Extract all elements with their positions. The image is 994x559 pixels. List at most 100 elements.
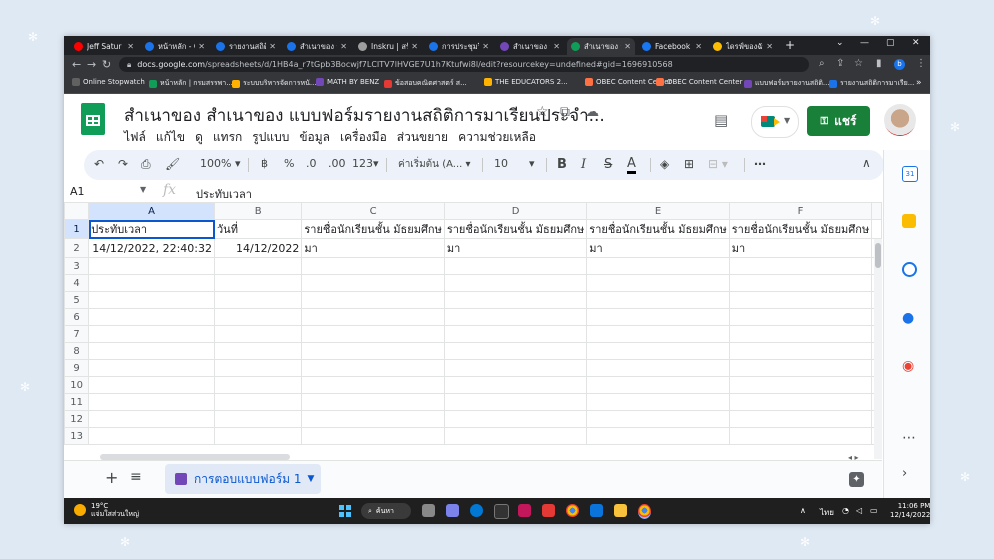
cell[interactable] xyxy=(213,308,303,326)
row-header[interactable]: 4 xyxy=(64,274,90,292)
cell[interactable] xyxy=(728,291,873,309)
bold-button[interactable]: B xyxy=(557,157,567,172)
profile-icon[interactable]: b xyxy=(894,59,905,70)
contacts-icon[interactable]: ● xyxy=(902,310,916,326)
cell[interactable] xyxy=(301,325,445,343)
italic-button[interactable]: I xyxy=(581,157,586,172)
calendar-icon[interactable]: 31 xyxy=(902,166,918,182)
cell[interactable] xyxy=(728,393,873,411)
cell[interactable] xyxy=(301,257,445,275)
menu-item-tools[interactable]: เครื่องมือ xyxy=(340,128,387,147)
weather-widget[interactable]: 19°C แจ่มใสส่วนใหญ่ xyxy=(74,502,139,518)
close-icon[interactable]: ✕ xyxy=(553,42,560,51)
tab-search-icon[interactable]: ⌄ xyxy=(836,38,844,48)
cell[interactable] xyxy=(443,325,588,343)
close-icon[interactable]: ✕ xyxy=(127,42,134,51)
mail-icon[interactable] xyxy=(590,504,603,517)
menu-item-help[interactable]: ความช่วยเหลือ xyxy=(458,128,536,147)
cell[interactable] xyxy=(443,393,588,411)
percent-button[interactable]: % xyxy=(284,157,294,170)
menu-item-extensions[interactable]: ส่วนขยาย xyxy=(397,128,448,147)
side-panel-icon[interactable]: ▮ xyxy=(876,58,882,69)
row-header[interactable]: 13 xyxy=(64,427,90,445)
cell[interactable] xyxy=(443,410,588,428)
cell[interactable] xyxy=(443,291,588,309)
scroll-thumb[interactable] xyxy=(875,243,881,268)
all-sheets-icon[interactable]: ≡ xyxy=(130,469,142,485)
cell[interactable] xyxy=(301,342,445,360)
star-icon[interactable]: ☆ xyxy=(536,104,549,120)
row-header[interactable]: 10 xyxy=(64,376,90,394)
maximize-icon[interactable]: ▢ xyxy=(886,38,895,48)
close-icon[interactable]: ✕ xyxy=(198,42,205,51)
cell[interactable] xyxy=(213,325,303,343)
cell[interactable]: มา xyxy=(728,238,873,258)
more-options-button[interactable]: ⋯ xyxy=(754,157,766,171)
cell[interactable]: วันที่ xyxy=(213,219,303,239)
column-header[interactable]: D xyxy=(443,202,588,220)
cell[interactable] xyxy=(213,393,303,411)
browser-tab[interactable]: สำเนาของ รา✕ xyxy=(283,38,351,55)
decrease-decimal-button[interactable]: .0 xyxy=(306,157,317,170)
redo-icon[interactable]: ↷ xyxy=(118,157,128,171)
browser-tab[interactable]: รายงานสถิติก✕ xyxy=(212,38,280,55)
bookmark-item[interactable]: รายงานสถิติการมาเรีย... xyxy=(829,78,914,89)
new-tab-button[interactable]: + xyxy=(785,38,795,52)
cell[interactable] xyxy=(88,291,215,309)
cell[interactable] xyxy=(88,427,215,445)
cell[interactable] xyxy=(88,410,215,428)
chevron-right-icon[interactable]: › xyxy=(902,466,916,481)
reload-icon[interactable]: ↻ xyxy=(102,58,111,71)
document-title[interactable]: สำเนาของ สำเนาของ แบบฟอร์มรายงานสถิติการ… xyxy=(124,102,605,129)
cell[interactable] xyxy=(443,376,588,394)
cell[interactable] xyxy=(871,219,882,239)
cell[interactable] xyxy=(586,325,730,343)
close-window-icon[interactable]: ✕ xyxy=(912,38,920,48)
cell[interactable] xyxy=(443,359,588,377)
row-header[interactable]: 8 xyxy=(64,342,90,360)
cell[interactable] xyxy=(728,257,873,275)
chevron-up-icon[interactable]: ∧ xyxy=(800,506,806,515)
cell[interactable] xyxy=(88,376,215,394)
app-icon[interactable] xyxy=(542,504,555,517)
column-header[interactable]: E xyxy=(586,202,730,220)
browser-tab[interactable]: หน้าหลัก - C ✕ xyxy=(141,38,209,55)
column-header[interactable]: B xyxy=(213,202,303,220)
meet-button[interactable]: ▼ xyxy=(751,106,799,138)
column-header[interactable]: F xyxy=(728,202,873,220)
cell[interactable]: รายชื่อนักเรียนชั้น มัธยมศึกษ xyxy=(728,219,873,239)
row-header[interactable]: 1 xyxy=(64,219,90,239)
fill-color-icon[interactable]: ◈ xyxy=(660,157,669,171)
number-format-select[interactable]: 123▾ xyxy=(352,157,379,170)
browser-tab[interactable]: Inskru | สร้า✕ xyxy=(354,38,422,55)
cell[interactable] xyxy=(728,376,873,394)
cell[interactable] xyxy=(213,342,303,360)
app-icon[interactable] xyxy=(518,504,531,517)
bookmark-item[interactable]: MATH BY BENZ xyxy=(316,78,379,86)
bookmark-item[interactable]: ระบบบริหารจัดการหนั... xyxy=(232,78,317,89)
cell[interactable]: รายชื่อนักเรียนชั้น มัธยมศึกษ xyxy=(443,219,588,239)
row-header[interactable]: 2 xyxy=(64,238,90,258)
cell[interactable] xyxy=(586,291,730,309)
menu-kebab-icon[interactable]: ⋮ xyxy=(916,58,926,69)
back-icon[interactable]: ← xyxy=(72,58,81,71)
avatar[interactable] xyxy=(884,104,916,136)
task-view-icon[interactable] xyxy=(422,504,435,517)
print-icon[interactable]: ⎙ xyxy=(141,157,151,172)
column-header[interactable]: A xyxy=(88,202,215,220)
chevron-down-icon[interactable]: ▼ xyxy=(308,474,315,484)
row-header[interactable]: 7 xyxy=(64,325,90,343)
cell[interactable] xyxy=(213,376,303,394)
cell[interactable] xyxy=(88,274,215,292)
name-box[interactable]: A1 xyxy=(70,185,85,198)
menu-item-view[interactable]: ดู xyxy=(195,128,203,147)
close-icon[interactable]: ✕ xyxy=(411,42,418,51)
close-icon[interactable]: ✕ xyxy=(340,42,347,51)
cell[interactable] xyxy=(586,274,730,292)
menu-item-insert[interactable]: แทรก xyxy=(213,128,242,147)
chevron-down-icon[interactable]: ▼ xyxy=(140,185,146,194)
cell[interactable] xyxy=(586,376,730,394)
more-addons-icon[interactable]: ⋯ xyxy=(902,430,916,446)
browser-tab[interactable]: สำเนาของ สำ✕ xyxy=(496,38,564,55)
notion-icon[interactable] xyxy=(494,504,509,519)
